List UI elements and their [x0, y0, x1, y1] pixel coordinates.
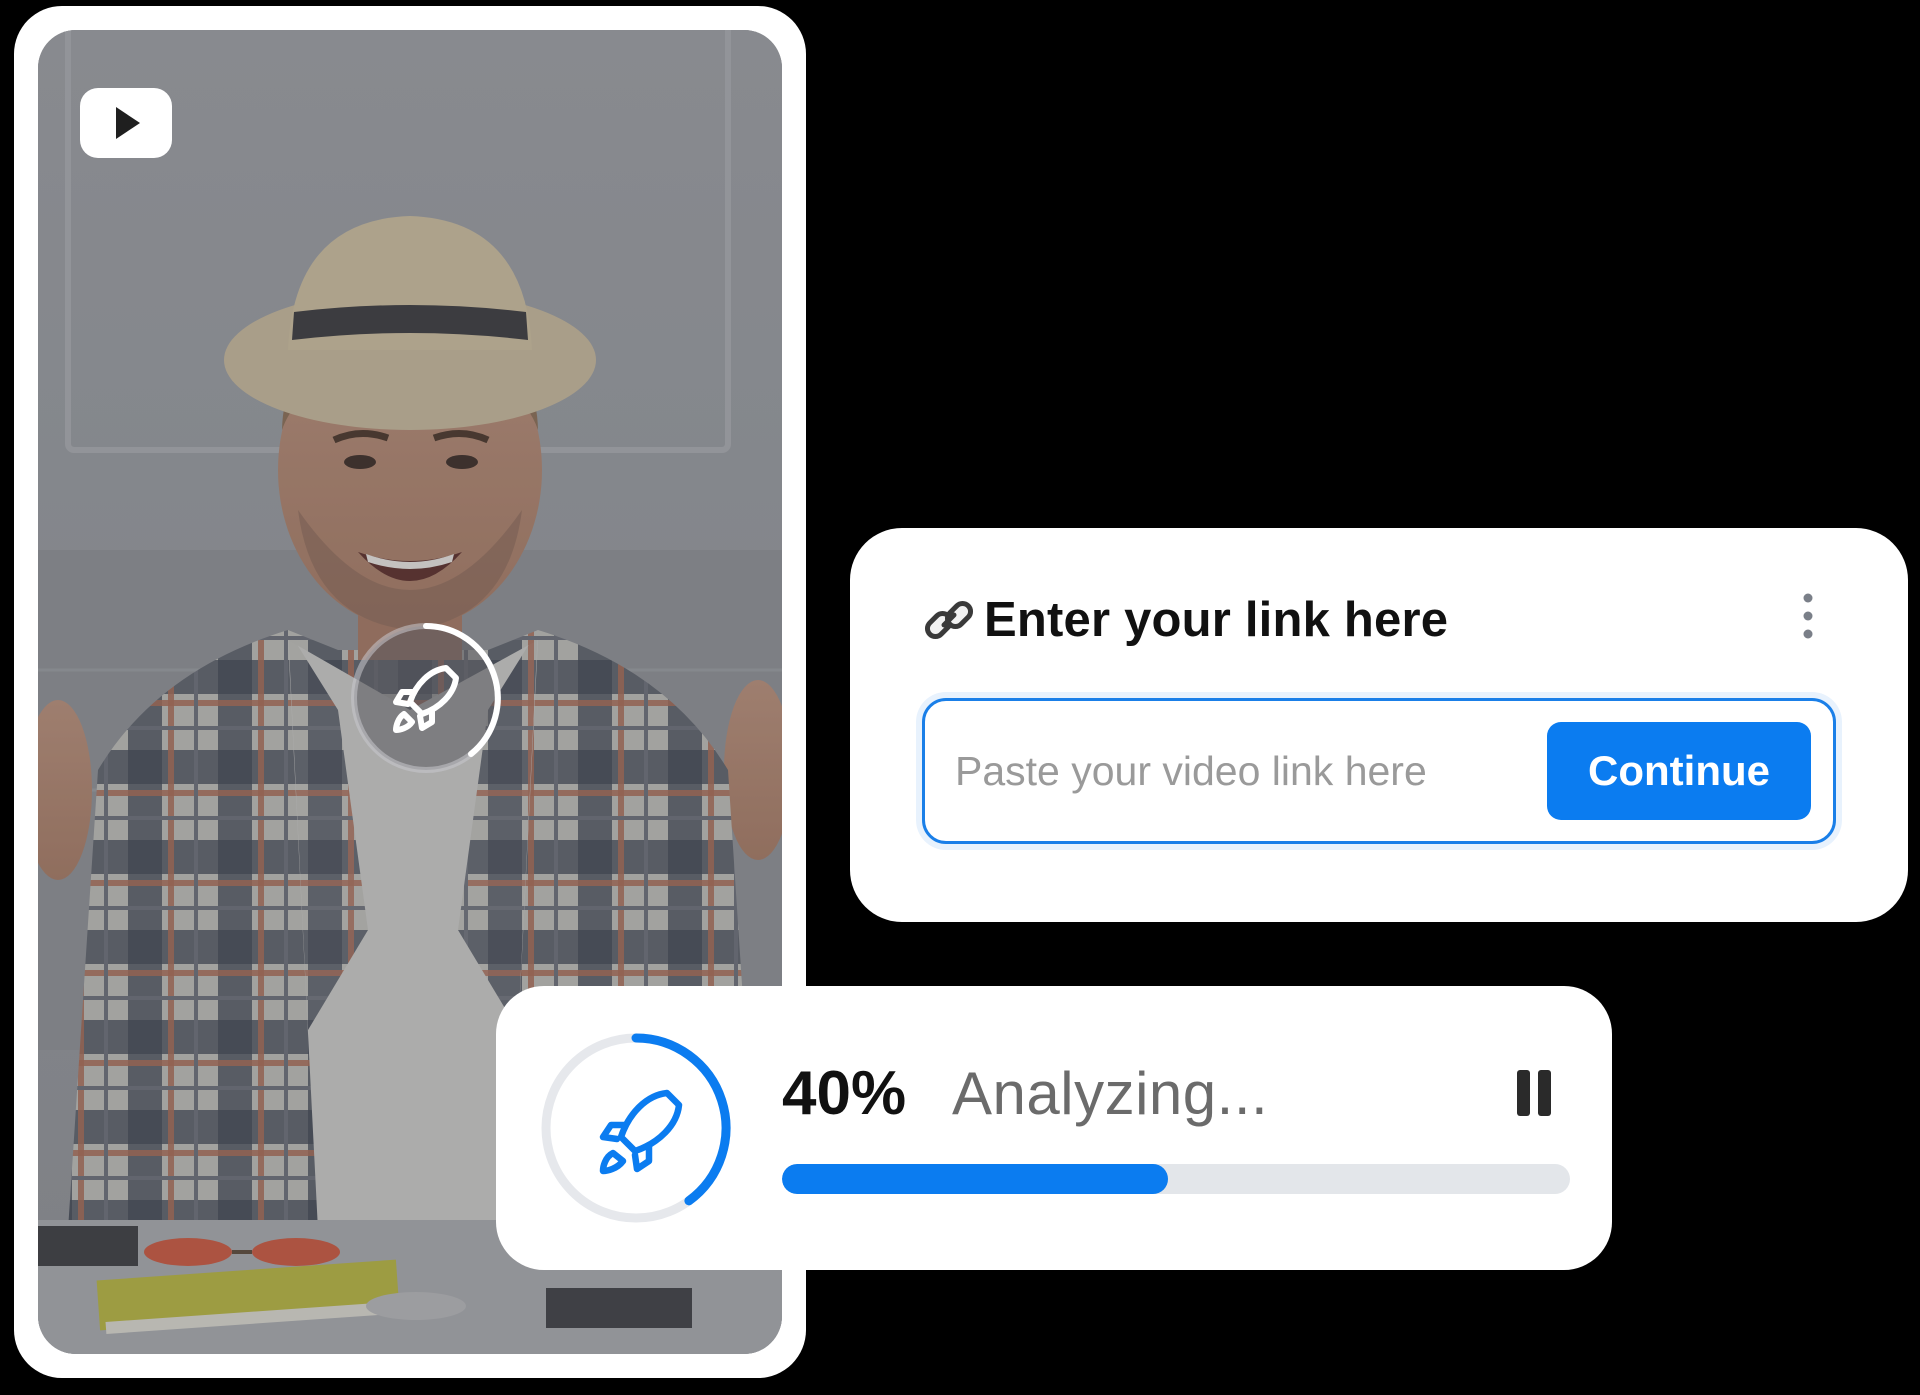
analysis-progress-card: 40% Analyzing...	[496, 986, 1612, 1270]
link-chain-icon	[924, 600, 974, 640]
progress-status-text: Analyzing...	[952, 1060, 1269, 1127]
link-input-group: Continue	[922, 698, 1836, 844]
processing-loader	[348, 620, 504, 776]
kebab-menu-icon[interactable]	[1796, 588, 1820, 644]
progress-bar-fill	[782, 1164, 1168, 1194]
rocket-icon	[599, 1089, 683, 1175]
pause-icon	[1538, 1070, 1551, 1116]
progress-bar	[782, 1164, 1570, 1194]
video-link-input[interactable]	[955, 701, 1515, 841]
pause-icon	[1517, 1070, 1530, 1116]
continue-button[interactable]: Continue	[1547, 722, 1811, 820]
link-card-title: Enter your link here	[984, 593, 1449, 647]
progress-percent: 40%	[782, 1059, 907, 1128]
progress-ring	[538, 1030, 734, 1226]
youtube-logo-icon	[80, 88, 172, 158]
link-entry-card: Enter your link here Continue	[850, 528, 1908, 922]
link-card-header: Enter your link here	[922, 582, 1448, 658]
progress-ring-arc	[631, 1033, 731, 1206]
stage: Enter your link here Continue	[0, 0, 1920, 1395]
pause-button[interactable]	[1506, 1066, 1562, 1122]
